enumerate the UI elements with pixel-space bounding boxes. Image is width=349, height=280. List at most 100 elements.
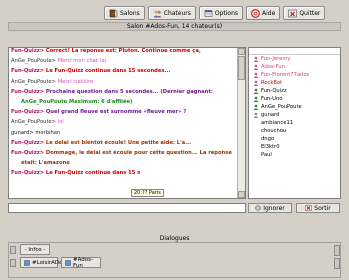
- user-item[interactable]: ambiance11: [249, 119, 340, 127]
- ignore-icon: [255, 205, 261, 211]
- chat-nick[interactable]: Fun-Quizz>: [11, 150, 44, 156]
- chat-nick[interactable]: AnGe_PouPoute>: [11, 79, 56, 85]
- scroll-up-arrow[interactable]: [238, 48, 245, 55]
- chat-nick[interactable]: Fun-Quizz>: [11, 170, 44, 176]
- user-name: Fun-Jeremy: [261, 56, 291, 62]
- tab-loisirados[interactable]: #LoisirADos: [20, 257, 65, 268]
- door-icon: [109, 9, 118, 18]
- user-status-icon: [253, 96, 259, 102]
- user-status-icon: [253, 104, 259, 110]
- tab-infos-label: - Infos -: [24, 246, 46, 253]
- mini-handle-bottom[interactable]: [10, 259, 16, 267]
- user-list[interactable]: Fun-Jeremy Ados-Fun Fun-Florent77ados RockB…: [248, 47, 341, 199]
- chat-text: Quel grand fleuve est surnommé «fleuve m…: [44, 109, 187, 116]
- chat-nick[interactable]: Fun-Quizz>: [11, 109, 44, 115]
- ignore-label: Ignorer: [263, 204, 285, 212]
- user-status-icon: [253, 64, 259, 70]
- user-item[interactable]: Fun-Jeremy: [249, 55, 340, 63]
- chat-scrollbar[interactable]: [237, 48, 245, 198]
- chat-nick[interactable]: Fun-Quizz>: [11, 68, 44, 74]
- user-item[interactable]: Fun-Quizz: [249, 87, 340, 95]
- scroll-down-arrow[interactable]: [238, 191, 245, 198]
- quit-icon: [288, 9, 298, 18]
- user-status-icon: [253, 72, 259, 78]
- user-items: Fun-Jeremy Ados-Fun Fun-Florent77ados RockB…: [249, 55, 340, 159]
- chat-message: Fun-Quizz> Correct! La réponse est: Plut…: [11, 48, 237, 55]
- chat-text: était: L'amazone: [21, 160, 70, 167]
- chat-text: gunard> morbihan: [11, 129, 61, 136]
- chat-message: AnGe_PouPoute Maximum: 6 d'affilée): [11, 99, 237, 106]
- user-name: ambiance11: [261, 120, 294, 126]
- user-item[interactable]: El3ktr0: [249, 143, 340, 151]
- chat-text: AnGe_PouPoute Maximum: 6 d'affilée): [21, 98, 133, 105]
- chat-text: Le Fun-Quizz continue dans 15 s: [44, 170, 141, 177]
- chat-nick[interactable]: AnGe_PouPoute>: [11, 119, 56, 125]
- user-item[interactable]: chouchou: [249, 127, 340, 135]
- options-button[interactable]: Options: [198, 6, 244, 20]
- mini-handle-top[interactable]: [10, 246, 16, 254]
- chat-text: Le Fun-Quizz continue dans 15 secondes..…: [44, 68, 171, 75]
- salon-title: Salon #Ados-Fun, 14 chateur(s): [8, 22, 341, 31]
- exit-icon: [305, 205, 313, 211]
- chat-lines: Fun-Quizz> Correct! La réponse est: Plut…: [11, 48, 237, 177]
- chat-message: Fun-Quizz> Le Fun-Quizz continue dans 15…: [11, 68, 237, 75]
- user-name: AnGe_PouPoute: [261, 104, 302, 110]
- people-icon: [153, 9, 162, 18]
- user-item[interactable]: RockBot: [249, 79, 340, 87]
- salons-label: Salons: [120, 9, 140, 17]
- user-name: Fun-Quizz: [261, 88, 287, 94]
- scroll-thumb[interactable]: [238, 56, 245, 80]
- chat-nick[interactable]: AnGe_PouPoute>: [11, 58, 56, 64]
- chat-message: AnGe_PouPoute> Merci mon chat (a): [11, 58, 237, 65]
- tab-ados-fun-label: #Ados-Fun: [73, 256, 93, 269]
- user-status-icon: [253, 80, 259, 86]
- chat-nick[interactable]: Fun-Quizz>: [11, 140, 44, 146]
- dialogue-scroll-down[interactable]: [334, 258, 340, 269]
- user-name: gunard: [261, 112, 280, 118]
- tooltip: 20:?? Paris: [131, 189, 164, 197]
- tab-infos[interactable]: - Infos -: [20, 244, 50, 255]
- user-name: Paul: [261, 152, 272, 158]
- user-name: Fun-Florent77ados: [261, 72, 310, 78]
- chat-message: était: L'amazone: [11, 160, 237, 167]
- chat-message: Fun-Quizz> Le délai est bientot écoulé! …: [11, 140, 237, 147]
- aide-label: Aide: [262, 9, 276, 17]
- chat-text: Correct! La réponse est: Pluton. Continu…: [44, 48, 201, 54]
- chat-text: Merci mon chat (a): [56, 58, 107, 65]
- user-name: El3ktr0: [261, 144, 280, 150]
- chat-nick[interactable]: Fun-Quizz>: [11, 48, 44, 54]
- chat-log[interactable]: Fun-Quizz> Correct! La réponse est: Plut…: [8, 47, 246, 199]
- message-input[interactable]: [8, 203, 246, 213]
- chateurs-label: Chateurs: [163, 9, 191, 17]
- exit-button[interactable]: Sortir: [296, 203, 340, 213]
- quitter-button[interactable]: Quitter: [283, 6, 326, 20]
- user-item[interactable]: AnGe_PouPoute: [249, 103, 340, 111]
- help-icon: [251, 8, 260, 18]
- options-label: Options: [214, 9, 239, 17]
- chat-message: Fun-Quizz> Le Fun-Quizz continue dans 15…: [11, 170, 237, 177]
- tab-ados-fun[interactable]: #Ados-Fun: [61, 256, 101, 269]
- salons-button[interactable]: Salons: [104, 6, 145, 20]
- ignore-button[interactable]: Ignorer: [248, 203, 292, 213]
- chat-text: Dommage, le délai est écoulé pour cette …: [44, 149, 232, 156]
- user-item[interactable]: Fun-Uno: [249, 95, 340, 103]
- user-list-header: [249, 48, 340, 55]
- user-item[interactable]: dngo: [249, 135, 340, 143]
- dialogues-label: Dialogues: [159, 235, 190, 242]
- dialogue-scroll-up[interactable]: [334, 245, 340, 256]
- user-item[interactable]: Fun-Florent77ados: [249, 71, 340, 79]
- user-item[interactable]: Paul: [249, 151, 340, 159]
- chat-text: Merci claiiiiire: [56, 78, 94, 85]
- user-name: RockBot: [261, 80, 283, 86]
- aide-button[interactable]: Aide: [246, 6, 281, 20]
- user-item[interactable]: gunard: [249, 111, 340, 119]
- chat-text: Le délai est bientot écoulé! Une petite …: [44, 139, 192, 146]
- user-status-icon: [253, 112, 259, 118]
- chat-nick[interactable]: Fun-Quizz>: [11, 89, 44, 95]
- chat-window: Salons Chateurs Options Aide Quitter Sal…: [0, 0, 349, 280]
- chat-message: Fun-Quizz> Prochaine question dans 5 sec…: [11, 89, 237, 96]
- chat-text: Prochaine question dans 5 secondes... (D…: [44, 88, 213, 95]
- user-item[interactable]: Ados-Fun: [249, 63, 340, 71]
- chateurs-button[interactable]: Chateurs: [147, 6, 196, 20]
- user-status-icon: [253, 56, 259, 62]
